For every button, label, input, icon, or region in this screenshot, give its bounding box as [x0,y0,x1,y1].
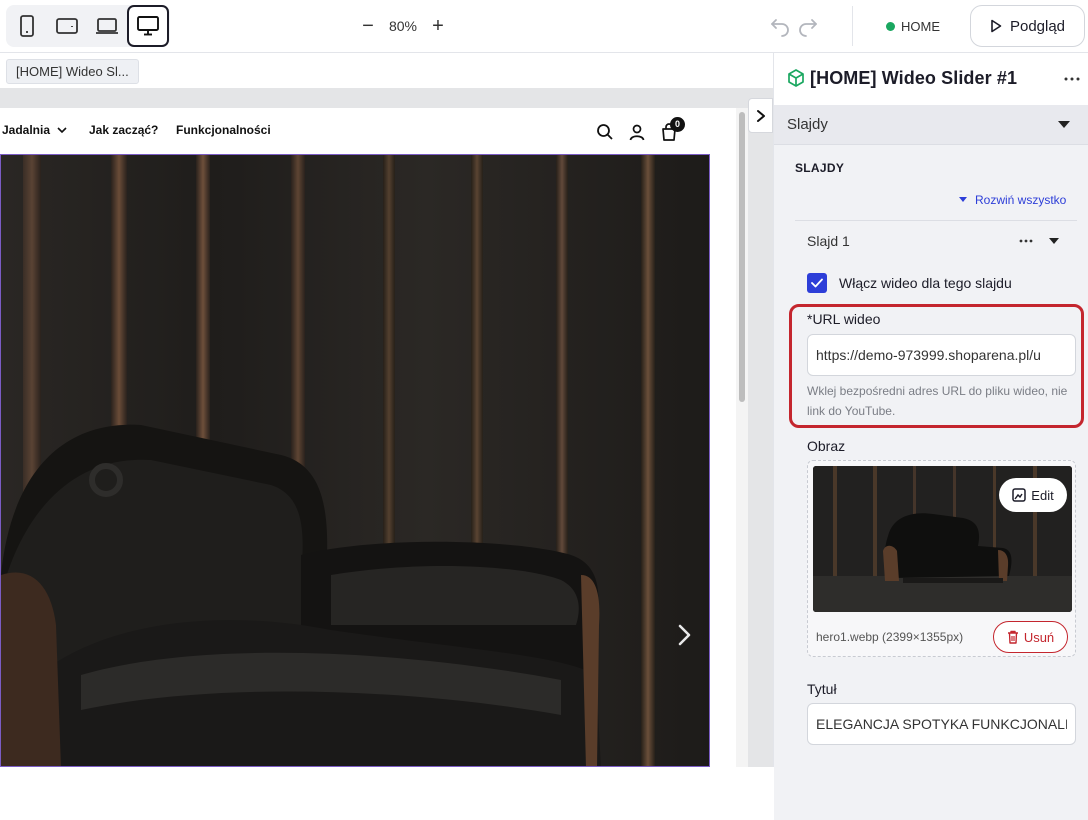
video-url-label: *URL wideo [807,311,881,327]
more-options-icon[interactable] [1064,77,1080,81]
expand-all-button[interactable]: Rozwiń wszystko [959,193,1066,207]
edit-label: Edit [1031,487,1054,503]
trash-icon [1007,630,1018,644]
video-url-input[interactable] [807,334,1076,376]
slide-label[interactable]: Slajd 1 [807,233,850,249]
edit-image-button[interactable]: Edit [999,478,1067,512]
desktop-icon [137,16,159,36]
play-icon [991,19,1002,33]
chevron-down-icon [57,127,67,134]
nav-item-jadalnia[interactable]: Jadalnia [2,123,50,137]
expand-all-label: Rozwiń wszystko [975,193,1067,207]
image-dropzone[interactable]: Edit hero1.webp (2399×1355px) Usuń [807,460,1076,657]
video-checkbox-label[interactable]: Włącz wideo dla tego slajdu [839,275,1012,291]
slide-more-icon[interactable] [1019,239,1033,243]
toolbar-divider [852,6,853,46]
status-label: HOME [901,18,940,34]
divider [795,220,1077,221]
top-toolbar: − 80% + HOME Podgląd [0,0,1088,53]
preview-button[interactable]: Podgląd [970,5,1085,47]
delete-label: Usuń [1023,629,1055,645]
accordion-label: Slajdy [787,116,828,133]
hero-slide-image[interactable] [0,154,710,767]
panel-title: [HOME] Wideo Slider #1 [810,68,1018,88]
breadcrumb[interactable]: [HOME] Wideo Sl... [6,59,139,84]
slides-accordion[interactable]: Slajdy [774,105,1088,145]
zoom-level: 80% [388,18,418,34]
title-label: Tytuł [807,681,837,697]
user-icon[interactable] [627,122,647,142]
nav-item-funkcjonalnosci[interactable]: Funkcjonalności [176,123,271,137]
cart-count-badge: 0 [670,117,685,132]
zoom-in-button[interactable]: + [425,13,451,39]
collapse-panel-button[interactable] [748,98,773,133]
panel-header: [HOME] Wideo Slider #1 [774,53,1088,105]
settings-panel: [HOME] Wideo Slider #1 Slajdy SLAJDY Roz… [773,53,1088,820]
breadcrumb-bar: [HOME] Wideo Sl... [0,53,773,88]
search-icon[interactable] [595,122,615,142]
preview-scroll-thumb[interactable] [739,112,745,402]
phone-view-button[interactable] [6,5,48,47]
caret-down-icon [1058,121,1070,128]
tablet-icon [56,18,78,34]
site-navigation: Jadalnia Jak zacząć? Funkcjonalności [0,108,736,154]
caret-down-icon [959,197,967,202]
undo-icon[interactable] [768,14,792,38]
phone-icon [20,15,34,37]
device-switcher [6,5,170,47]
status-dot [886,21,895,31]
image-edit-icon [1012,488,1027,502]
laptop-view-button[interactable] [86,5,128,47]
image-thumbnail: Edit [813,466,1072,612]
laptop-icon [96,18,118,34]
nav-item-jak-zaczac[interactable]: Jak zacząć? [89,123,158,137]
video-checkbox[interactable] [807,273,827,293]
zoom-control: − 80% + [355,8,451,44]
desktop-view-button[interactable] [127,5,169,47]
file-name: hero1.webp (2399×1355px) [816,630,964,644]
store-status[interactable]: HOME [886,17,940,35]
preview-label: Podgląd [1009,17,1066,35]
video-url-hint: Wklej bezpośredni adres URL do pliku wid… [807,384,1068,418]
tablet-view-button[interactable] [46,5,88,47]
image-label: Obraz [807,438,846,454]
check-icon [811,278,823,288]
slider-next-arrow-icon[interactable] [673,621,695,649]
chevron-right-icon [756,109,765,122]
section-label: SLAJDY [795,161,845,175]
slide-collapse-icon[interactable] [1049,238,1059,245]
armchair-illustration [1,424,601,766]
title-input[interactable] [807,703,1076,745]
delete-image-button[interactable]: Usuń [993,621,1068,653]
zoom-out-button[interactable]: − [355,13,381,39]
redo-icon[interactable] [796,14,820,38]
cube-icon [788,69,804,87]
